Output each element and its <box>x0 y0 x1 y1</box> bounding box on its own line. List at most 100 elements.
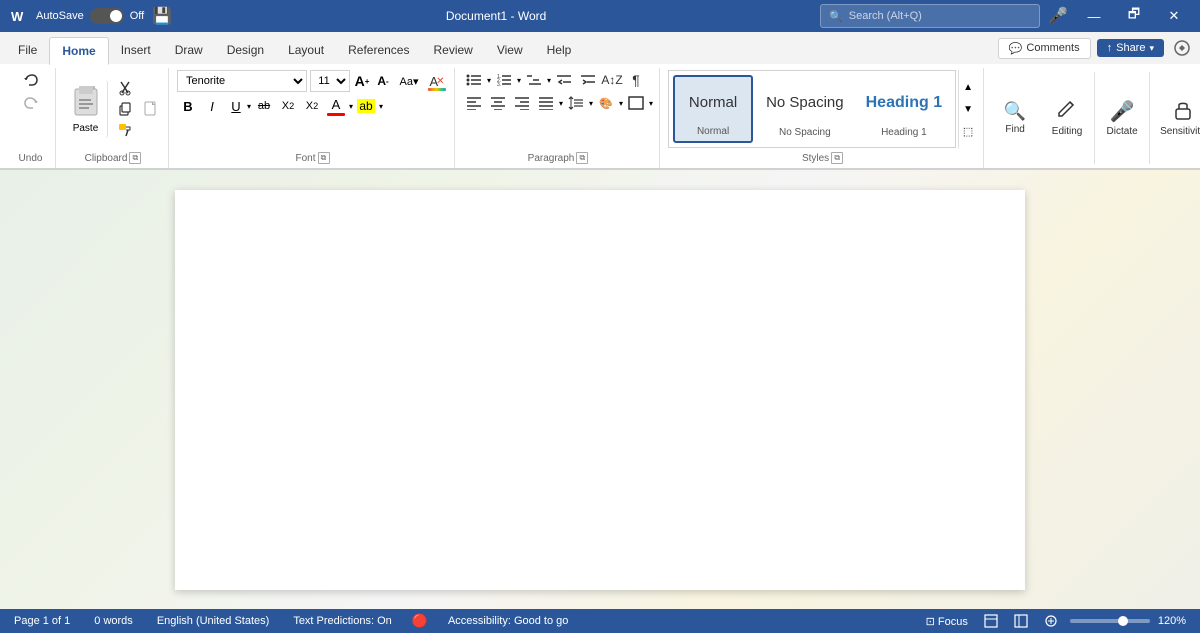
show-paragraph-button[interactable]: ¶ <box>625 70 647 90</box>
save-icon[interactable]: 💾 <box>152 6 172 26</box>
justify-button[interactable] <box>535 93 557 113</box>
track-changes-icon[interactable]: 🔴 <box>412 613 428 629</box>
tab-file[interactable]: File <box>6 36 49 64</box>
shading-button[interactable]: 🎨 <box>595 93 617 113</box>
tab-home[interactable]: Home <box>49 37 108 65</box>
font-color-dropdown[interactable]: ▾ <box>349 102 353 111</box>
border-dropdown[interactable]: ▾ <box>649 99 653 108</box>
font-row-2: B I U ▾ ab X2 X2 A ▾ ab <box>177 95 383 117</box>
find-button[interactable]: 🔍 Find <box>990 68 1040 168</box>
bullets-button[interactable] <box>463 70 485 90</box>
paste-label: Paste <box>73 123 99 134</box>
tab-design[interactable]: Design <box>215 36 276 64</box>
restore-button[interactable]: 🗗 <box>1116 3 1152 29</box>
border-button[interactable] <box>625 93 647 113</box>
undo-button[interactable] <box>17 70 45 92</box>
tab-layout[interactable]: Layout <box>276 36 336 64</box>
multilevel-list-button[interactable] <box>523 70 545 90</box>
align-right-button[interactable] <box>511 93 533 113</box>
shading-dropdown[interactable]: ▾ <box>619 99 623 108</box>
document-page[interactable] <box>175 190 1025 590</box>
align-center-button[interactable] <box>487 93 509 113</box>
font-color-button[interactable]: A <box>325 96 347 117</box>
comments-button[interactable]: 💬 Comments <box>998 38 1091 59</box>
main-document-area[interactable] <box>0 170 1200 609</box>
shrink-font-button[interactable]: A- <box>374 70 392 92</box>
close-button[interactable]: ✕ <box>1156 3 1192 29</box>
zoom-slider[interactable] <box>1070 619 1150 623</box>
print-layout-button[interactable] <box>980 612 1002 630</box>
accessibility[interactable]: Accessibility: Good to go <box>444 613 572 629</box>
styles-scroll-down[interactable]: ▼ <box>959 98 977 120</box>
underline-dropdown[interactable]: ▾ <box>247 102 251 111</box>
sort-button[interactable]: A↕Z <box>601 70 623 90</box>
styles-expand-button[interactable]: ⧉ <box>831 152 843 164</box>
new-document-button[interactable] <box>140 98 162 120</box>
share-button[interactable]: ↑ Share ▾ <box>1097 39 1164 57</box>
subscript-button[interactable]: X2 <box>277 95 299 117</box>
numbering-dropdown[interactable]: ▾ <box>517 76 521 85</box>
styles-gallery: Normal Normal No Spacing No Spacing Head… <box>668 70 956 148</box>
tab-insert[interactable]: Insert <box>109 36 163 64</box>
style-no-spacing[interactable]: No Spacing No Spacing <box>757 75 853 143</box>
redo-button[interactable] <box>17 93 45 115</box>
tab-review[interactable]: Review <box>421 36 484 64</box>
multilevel-dropdown[interactable]: ▾ <box>547 76 551 85</box>
styles-expand[interactable]: ⬚ <box>959 120 977 142</box>
paragraph-group-content: ▾ 1.2.3. ▾ ▾ A↕Z ¶ <box>463 68 653 150</box>
style-normal[interactable]: Normal Normal <box>673 75 753 143</box>
numbering-button[interactable]: 1.2.3. <box>493 70 515 90</box>
tab-view[interactable]: View <box>485 36 535 64</box>
language[interactable]: English (United States) <box>153 613 274 629</box>
copy-button[interactable] <box>114 99 136 119</box>
superscript-button[interactable]: X2 <box>301 95 323 117</box>
paste-button[interactable]: Paste <box>64 80 108 138</box>
editing-dropdown[interactable]: Editing <box>1042 68 1092 168</box>
increase-indent-button[interactable] <box>577 70 599 90</box>
underline-button[interactable]: U <box>225 95 247 117</box>
read-mode-button[interactable] <box>1040 612 1062 630</box>
font-name-select[interactable]: Tenorite <box>177 70 307 92</box>
cut-button[interactable] <box>114 78 136 98</box>
dictate-button[interactable]: 🎤 Dictate <box>1097 68 1147 168</box>
paragraph-expand-button[interactable]: ⧉ <box>576 152 588 164</box>
designer-button[interactable] <box>1170 36 1194 60</box>
page-info[interactable]: Page 1 of 1 <box>10 613 74 629</box>
font-expand-button[interactable]: ⧉ <box>318 152 330 164</box>
highlight-dropdown[interactable]: ▾ <box>379 102 383 111</box>
bold-button[interactable]: B <box>177 95 199 117</box>
search-icon: 🔍 <box>829 10 843 23</box>
tab-draw[interactable]: Draw <box>163 36 215 64</box>
align-left-button[interactable] <box>463 93 485 113</box>
mic-icon-title[interactable]: 🎤 <box>1048 6 1068 26</box>
justify-dropdown[interactable]: ▾ <box>559 99 563 108</box>
change-case-button[interactable]: Aa▾ <box>395 70 423 92</box>
autosave-toggle[interactable] <box>90 8 124 24</box>
zoom-knob[interactable] <box>1118 616 1128 626</box>
font-size-select[interactable]: 11 <box>310 70 350 92</box>
styles-scroll-up[interactable]: ▲ <box>959 76 977 98</box>
zoom-level[interactable]: 120% <box>1154 613 1190 629</box>
word-count[interactable]: 0 words <box>90 613 137 629</box>
minimize-button[interactable]: — <box>1076 3 1112 29</box>
search-box[interactable]: 🔍 Search (Alt+Q) <box>820 4 1040 28</box>
highlight-button[interactable]: ab <box>355 98 377 114</box>
style-heading1[interactable]: Heading 1 Heading 1 <box>857 75 951 143</box>
grow-font-button[interactable]: A+ <box>353 70 371 92</box>
tab-references[interactable]: References <box>336 36 421 64</box>
format-painter-button[interactable] <box>114 120 136 140</box>
clear-format-button[interactable]: A ✕ <box>426 70 448 92</box>
decrease-indent-button[interactable] <box>553 70 575 90</box>
strikethrough-button[interactable]: ab <box>253 95 275 117</box>
clipboard-expand-button[interactable]: ⧉ <box>129 152 141 164</box>
bullets-dropdown[interactable]: ▾ <box>487 76 491 85</box>
tab-help[interactable]: Help <box>535 36 584 64</box>
document-title: Document1 - Word <box>446 9 546 23</box>
sensitivity-button[interactable]: Sensitivity <box>1152 68 1200 168</box>
text-predictions[interactable]: Text Predictions: On <box>289 613 395 629</box>
italic-button[interactable]: I <box>201 95 223 117</box>
web-layout-button[interactable] <box>1010 612 1032 630</box>
line-spacing-button[interactable] <box>565 93 587 113</box>
line-spacing-dropdown[interactable]: ▾ <box>589 99 593 108</box>
focus-button[interactable]: ⊡ Focus <box>922 613 972 630</box>
